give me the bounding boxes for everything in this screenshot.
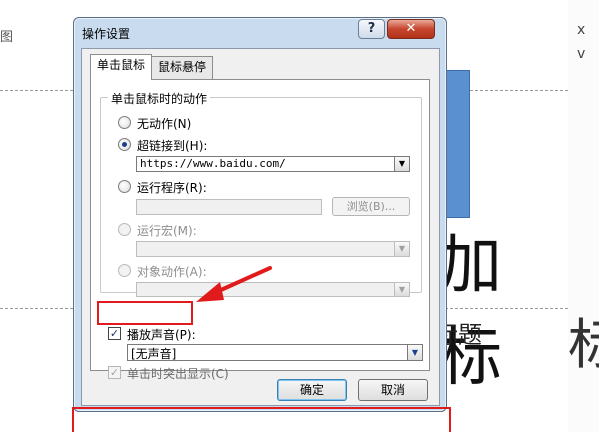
label-play-sound: 播放声音(P): — [127, 328, 196, 342]
sound-combobox[interactable]: [无声音] ▼ — [127, 344, 423, 361]
cancel-button[interactable]: 取消 — [358, 379, 428, 401]
strip-glyph-2: v — [577, 46, 586, 62]
radio-run-macro — [118, 223, 131, 236]
run-macro-combobox: ▼ — [136, 241, 410, 257]
strip-glyph-1: x — [577, 22, 586, 38]
annotation-dialog-bottom-box — [72, 407, 451, 432]
help-button[interactable]: ? — [358, 19, 385, 39]
group-title: 单击鼠标时的动作 — [108, 90, 211, 107]
annotation-arrow-icon — [196, 266, 272, 302]
right-strip-title-fragment: 标 — [568, 313, 599, 376]
label-hyperlink: 超链接到(H): — [137, 139, 208, 153]
tab-mouse-click[interactable]: 单击鼠标 — [90, 54, 153, 80]
radio-no-action[interactable] — [118, 116, 131, 129]
left-edge-text: 图 — [0, 30, 14, 45]
browse-button: 浏览(B)... — [332, 197, 410, 216]
tab-mouse-over[interactable]: 鼠标悬停 — [151, 56, 214, 79]
radio-selected-dot — [122, 142, 127, 147]
chevron-down-icon[interactable]: ▼ — [407, 345, 422, 360]
sound-value: [无声音] — [131, 347, 177, 361]
run-program-input — [136, 199, 322, 215]
radio-run-program[interactable] — [118, 180, 131, 193]
slide-title-text[interactable]: 加标 — [438, 214, 568, 398]
hyperlink-combobox[interactable]: https://www.baidu.com/ ▼ — [136, 156, 410, 172]
chevron-down-icon: ▼ — [394, 242, 409, 256]
dialog-titlebar[interactable]: 操作设置 ? ✕ — [74, 18, 446, 46]
label-highlight: 单击时突出显示(C) — [127, 367, 229, 381]
label-run-program: 运行程序(R): — [137, 181, 207, 195]
label-run-macro: 运行宏(M): — [137, 224, 197, 238]
hyperlink-value: https://www.baidu.com/ — [140, 157, 286, 170]
ok-button[interactable]: 确定 — [277, 379, 347, 401]
radio-hyperlink[interactable] — [118, 138, 131, 151]
annotation-highlight-box — [97, 301, 193, 325]
label-no-action: 无动作(N) — [137, 117, 192, 131]
tab-panel-mouse-click: 单击鼠标时的动作 无动作(N) 超链接到(H): https://www.bai… — [90, 79, 430, 381]
dialog-client-area: 单击鼠标 鼠标悬停 单击鼠标时的动作 无动作(N) 超链接到(H): https… — [81, 48, 440, 406]
chevron-down-icon: ▼ — [394, 283, 409, 296]
play-sound-checkbox[interactable]: ✓ — [108, 327, 121, 340]
close-button[interactable]: ✕ — [387, 19, 435, 39]
dialog-title: 操作设置 — [82, 27, 131, 41]
highlight-checkbox: ✓ — [108, 366, 121, 379]
radio-object-action — [118, 264, 131, 277]
chevron-down-icon[interactable]: ▼ — [394, 157, 409, 171]
action-settings-dialog: 操作设置 ? ✕ 单击鼠标 鼠标悬停 单击鼠标时的动作 无动作(N) 超链接到(… — [73, 17, 447, 412]
